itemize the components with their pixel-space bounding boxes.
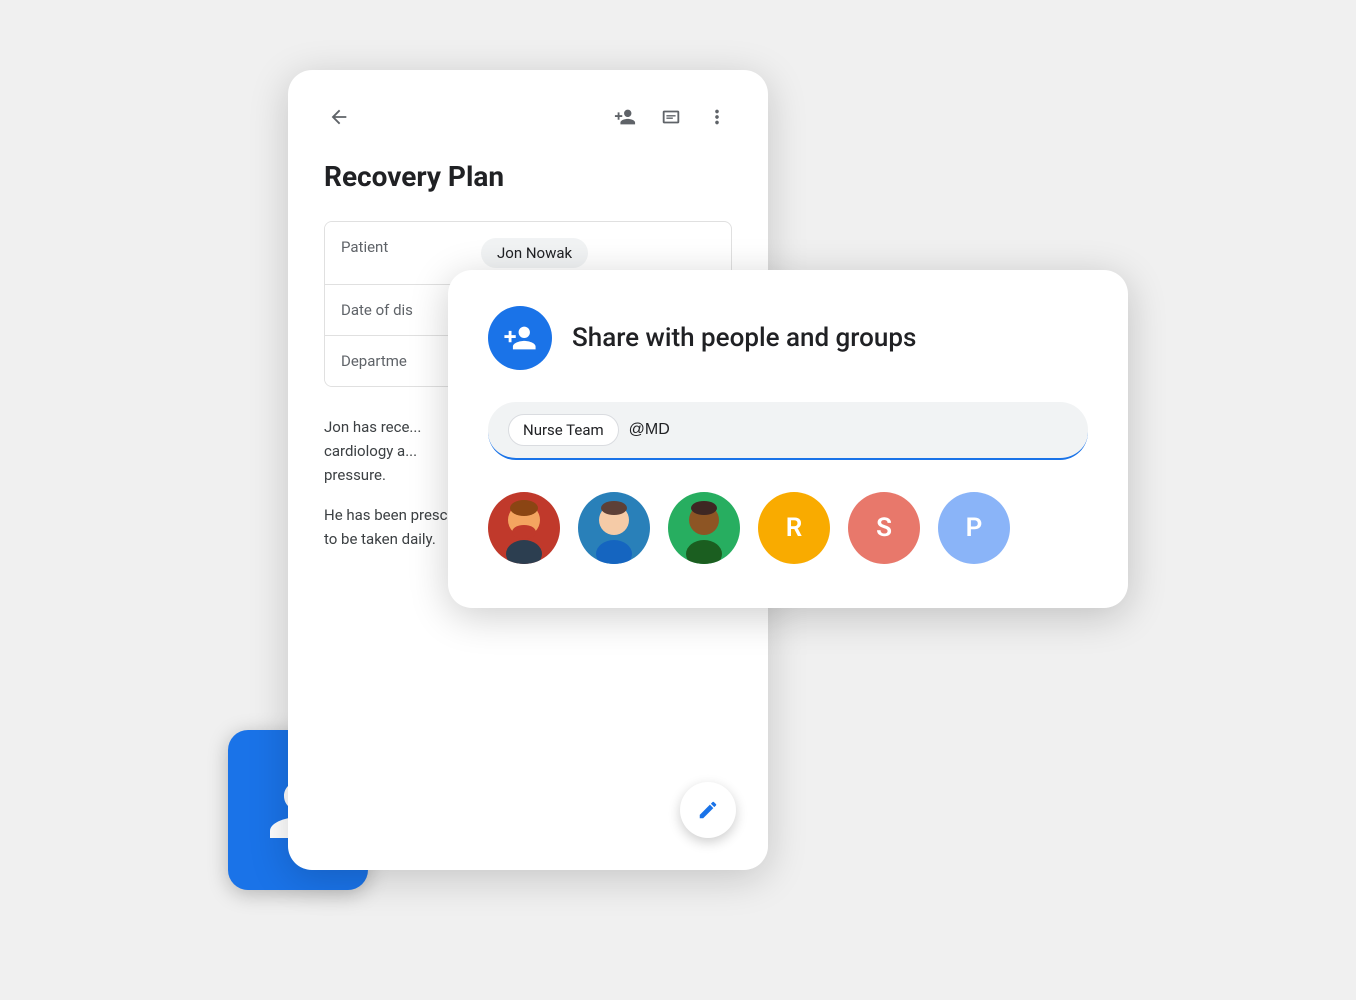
patient-label: Patient [325, 222, 465, 284]
avatar-row: R S P [488, 492, 1088, 564]
share-search-input[interactable] [629, 421, 1068, 439]
add-person-share-icon [503, 321, 537, 355]
header-actions [610, 102, 732, 132]
doc-header [324, 102, 732, 132]
share-icon-circle [488, 306, 552, 370]
avatar-person-3[interactable] [668, 492, 740, 564]
avatar-R[interactable]: R [758, 492, 830, 564]
more-button[interactable] [702, 102, 732, 132]
nurse-team-chip[interactable]: Nurse Team [508, 414, 619, 446]
back-button[interactable] [324, 102, 354, 132]
edit-pencil-icon [697, 799, 719, 821]
share-dialog-title: Share with people and groups [572, 323, 916, 353]
share-input-area[interactable]: Nurse Team [488, 402, 1088, 460]
add-person-button[interactable] [610, 102, 640, 132]
date-label: Date of dis [325, 285, 465, 335]
avatar-person-2[interactable] [578, 492, 650, 564]
avatar-P[interactable]: P [938, 492, 1010, 564]
dept-label: Departme [325, 336, 465, 386]
share-dialog: Share with people and groups Nurse Team [448, 270, 1128, 608]
notes-button[interactable] [656, 102, 686, 132]
doc-title: Recovery Plan [324, 160, 732, 193]
share-dialog-header: Share with people and groups [488, 306, 1088, 370]
avatar-S[interactable]: S [848, 492, 920, 564]
patient-chip: Jon Nowak [481, 238, 588, 268]
edit-fab-button[interactable] [680, 782, 736, 838]
avatar-person-1[interactable] [488, 492, 560, 564]
